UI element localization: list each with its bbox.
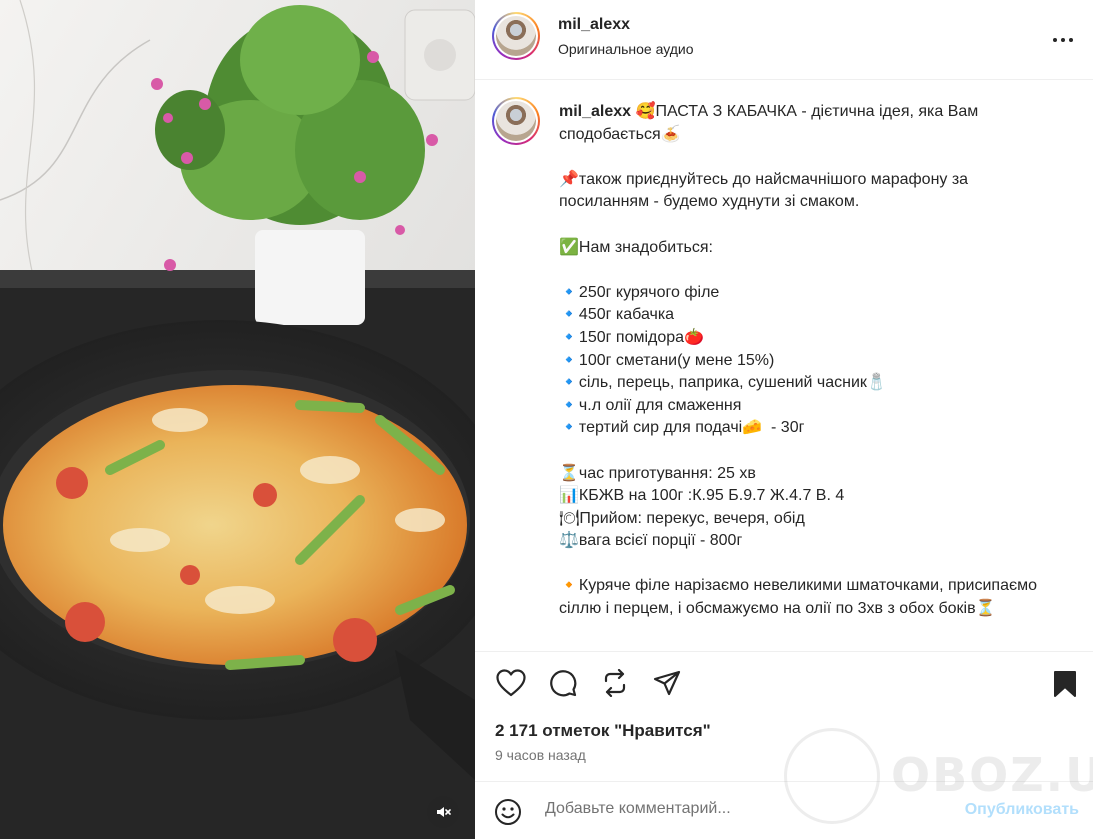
repost-button[interactable] [599,667,631,699]
mute-button[interactable] [427,796,459,828]
actions-section: 2 171 отметок "Нравится" 9 часов назад О… [475,651,1093,839]
smiley-icon [495,799,521,825]
muted-speaker-icon [437,807,451,817]
post-header: mil_alexx Оригинальное аудио [475,0,1093,80]
food-photo [0,0,475,839]
more-icon [1053,38,1073,42]
action-icons [495,667,683,699]
caption-body: 🥰ПАСТА З КАБАЧКА - дієтична ідея, яка Ва… [559,103,1038,618]
audio-label[interactable]: Оригинальное аудио [558,41,694,57]
comment-bar: Опубликовать [475,781,1093,839]
video-frame[interactable] [0,0,475,839]
comment-input[interactable] [545,800,945,818]
caption-section: mil_alexx 🥰ПАСТА З КАБАЧКА - дієтична ід… [475,81,1093,651]
likes-count[interactable]: 2 171 отметок "Нравится" [495,721,711,741]
comment-icon [550,670,577,697]
caption-username[interactable]: mil_alexx [559,103,631,120]
post-panel: mil_alexx Оригинальное аудио mil_alexx 🥰… [475,0,1093,839]
avatar[interactable] [492,12,540,60]
share-button[interactable] [651,667,683,699]
publish-button[interactable]: Опубликовать [965,801,1079,819]
bookmark-icon [1054,671,1076,697]
emoji-button[interactable] [494,798,522,831]
author-username[interactable]: mil_alexx [558,16,630,34]
comment-button[interactable] [547,667,579,699]
caption-text: mil_alexx 🥰ПАСТА З КАБАЧКА - дієтична ід… [559,101,1054,621]
like-button[interactable] [495,667,527,699]
save-button[interactable] [1049,668,1081,700]
timestamp[interactable]: 9 часов назад [495,747,586,763]
repost-icon [604,669,626,697]
send-icon [653,670,681,696]
caption-avatar[interactable] [492,97,540,145]
heart-icon [496,669,526,697]
more-options-button[interactable] [1051,28,1075,52]
